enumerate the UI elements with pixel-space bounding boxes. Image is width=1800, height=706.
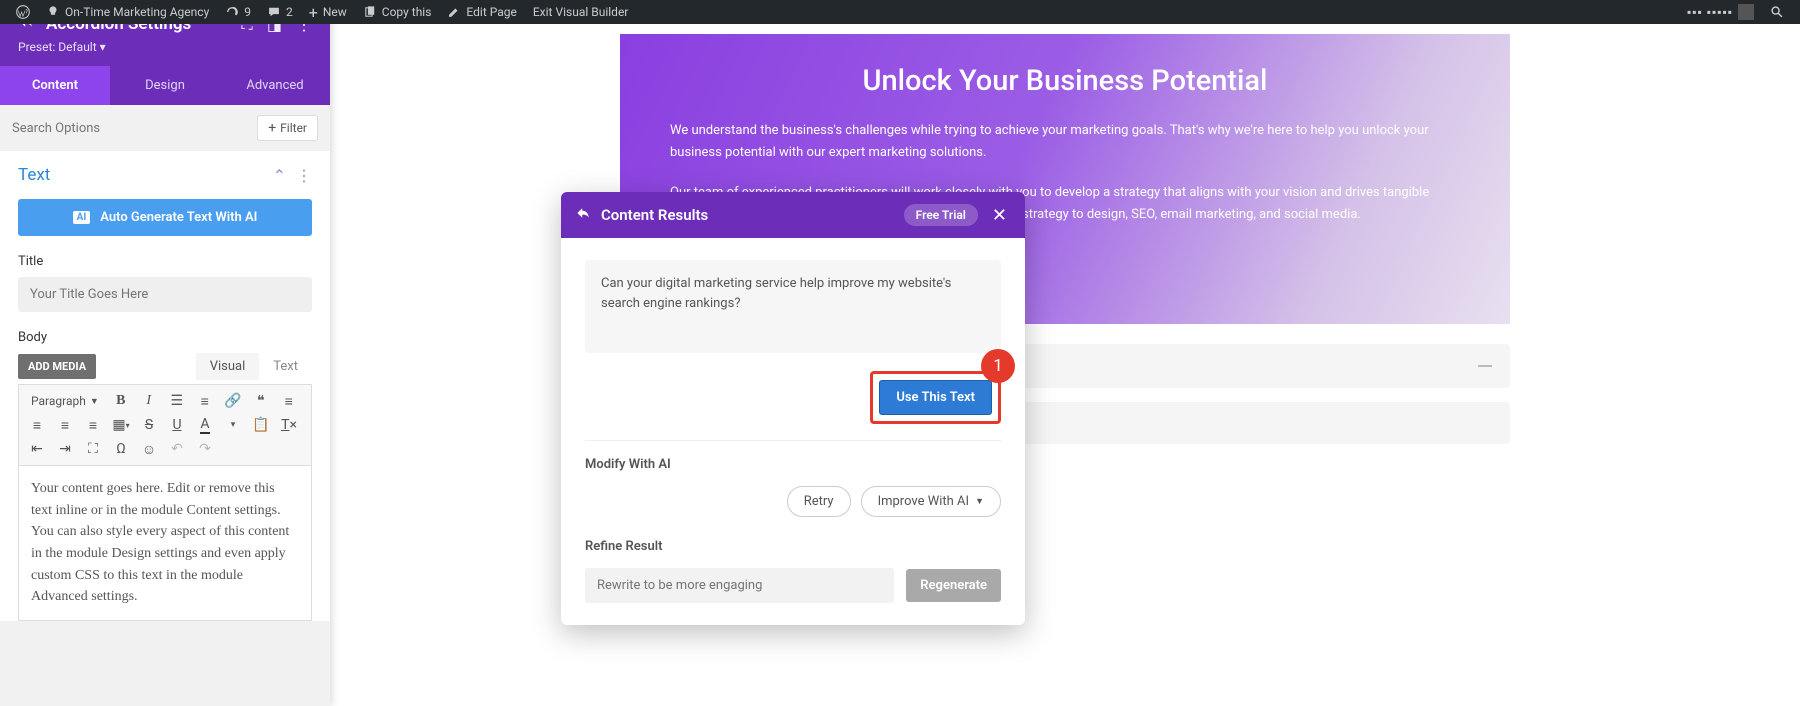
ul-icon[interactable]: ☰ [167,391,187,411]
strike-icon[interactable]: S [139,415,159,435]
modify-label: Modify With AI [585,457,1001,472]
close-icon[interactable]: ✕ [988,205,1011,226]
tab-content[interactable]: Content [0,66,110,105]
clear-format-icon[interactable]: T× [279,415,299,435]
align-justify-icon[interactable]: ≡ [83,415,103,435]
ai-badge: AI [73,211,91,224]
exit-visual-builder[interactable]: Exit Visual Builder [525,5,637,19]
settings-panel: Accordion Settings ⛶ ◨ ⋮ Preset: Default… [0,0,330,706]
search-options-row: +Filter [0,105,330,151]
free-trial-badge[interactable]: Free Trial [904,204,978,226]
content-results-modal: Content Results Free Trial ✕ Can your di… [561,192,1025,625]
outdent-icon[interactable]: ⇤ [27,439,47,459]
wp-logo[interactable] [8,5,38,19]
editor-tab-visual[interactable]: Visual [196,353,260,380]
align-right-icon[interactable]: ≡ [55,415,75,435]
regenerate-button[interactable]: Regenerate [906,569,1001,602]
copy-this[interactable]: Copy this [355,5,440,19]
paste-icon[interactable]: 📋 [251,415,271,435]
modal-header: Content Results Free Trial ✕ [561,192,1025,238]
hero-heading: Unlock Your Business Potential [670,64,1460,98]
improve-with-ai-button[interactable]: Improve With AI▼ [861,486,1001,517]
filter-button[interactable]: +Filter [257,115,318,141]
editor-toolbar: Paragraph ▼ B I ☰ ≡ 🔗 ❝ ≡ ≡ ≡ ≡ ▦▾ S U A… [18,384,312,465]
indent-icon[interactable]: ⇥ [55,439,75,459]
italic-icon[interactable]: I [139,391,159,411]
retry-button[interactable]: Retry [787,486,851,517]
search-icon[interactable] [1762,5,1792,19]
page-canvas: Unlock Your Business Potential We unders… [330,24,1800,706]
avatar [1738,4,1754,20]
quote-icon[interactable]: ❝ [251,391,271,411]
title-input[interactable] [18,277,312,312]
preset-selector[interactable]: Preset: Default ▾ [18,40,312,54]
comments[interactable]: 2 [259,5,301,19]
more-icon[interactable]: ▾ [223,415,243,435]
annotation-badge: 1 [981,349,1015,383]
back-icon[interactable] [575,205,591,225]
user-menu[interactable]: ▪▪▪ ▪▪▪▪▪ [1679,4,1762,20]
format-select[interactable]: Paragraph ▼ [27,391,103,411]
new[interactable]: +New [301,3,355,22]
special-char-icon[interactable]: Ω [111,439,131,459]
table-icon[interactable]: ▦▾ [111,415,131,435]
tab-advanced[interactable]: Advanced [220,66,330,105]
hero-paragraph: We understand the business's challenges … [670,120,1460,164]
kebab-icon[interactable]: ⋮ [296,166,312,185]
site-name[interactable]: On-Time Marketing Agency [38,5,217,19]
refine-label: Refine Result [585,539,1001,554]
updates[interactable]: 9 [217,5,259,19]
auto-generate-ai-button[interactable]: AI Auto Generate Text With AI [18,199,312,236]
redo-icon[interactable]: ↷ [195,439,215,459]
link-icon[interactable]: 🔗 [223,391,243,411]
bold-icon[interactable]: B [111,391,131,411]
title-label: Title [18,254,312,269]
body-editor[interactable]: Your content goes here. Edit or remove t… [18,465,312,621]
annotation-highlight: Use This Text [870,371,1001,424]
tab-design[interactable]: Design [110,66,220,105]
panel-tabs: Content Design Advanced [0,66,330,105]
section-text-header[interactable]: Text ⌃ ⋮ [18,165,312,185]
collapse-icon [1478,365,1492,367]
align-center-icon[interactable]: ≡ [27,415,47,435]
section-title: Text [18,165,50,185]
refine-input[interactable] [585,568,894,603]
result-text: Can your digital marketing service help … [585,260,1001,353]
modal-title: Content Results [601,206,894,224]
align-left-icon[interactable]: ≡ [279,391,299,411]
emoji-icon[interactable]: ☺ [139,439,159,459]
ol-icon[interactable]: ≡ [195,391,215,411]
fullscreen-icon[interactable]: ⛶ [83,439,103,459]
editor-tab-text[interactable]: Text [259,353,312,380]
undo-icon[interactable]: ↶ [167,439,187,459]
add-media-button[interactable]: ADD MEDIA [18,354,96,379]
use-this-text-button[interactable]: Use This Text [879,380,992,415]
chevron-up-icon[interactable]: ⌃ [273,166,286,185]
edit-page[interactable]: Edit Page [439,5,524,19]
textcolor-icon[interactable]: A [195,415,215,435]
body-label: Body [18,330,312,345]
search-options-input[interactable] [12,121,257,136]
underline-icon[interactable]: U [167,415,187,435]
wp-admin-bar: On-Time Marketing Agency 9 2 +New Copy t… [0,0,1800,24]
